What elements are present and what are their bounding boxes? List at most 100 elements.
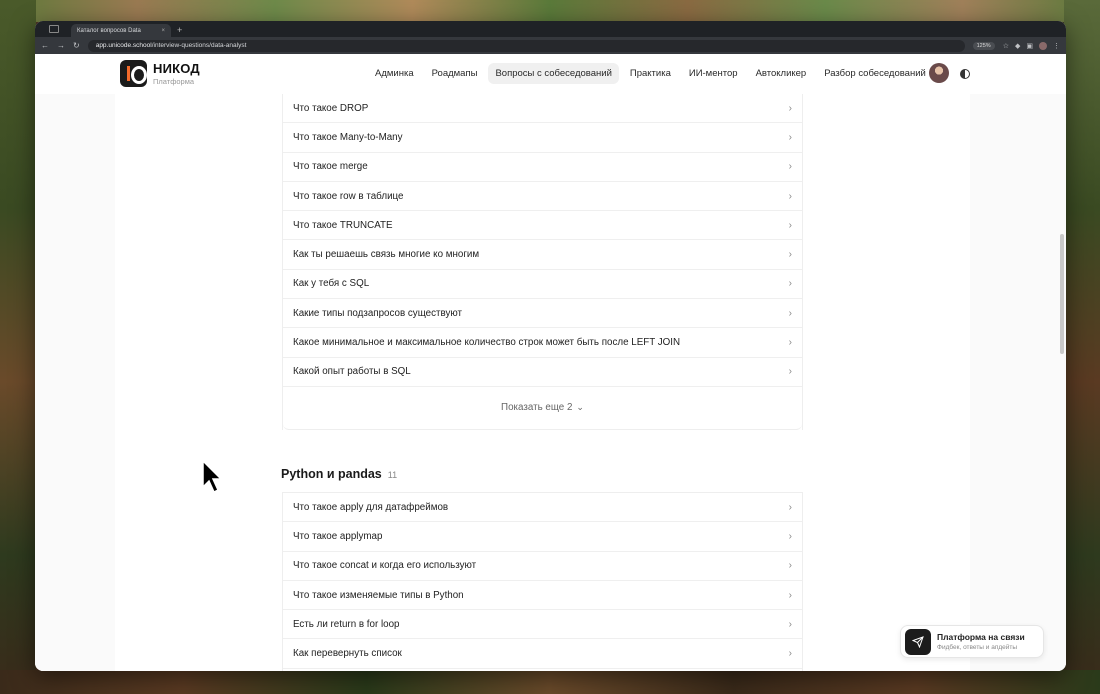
chevron-right-icon: › bbox=[788, 307, 792, 319]
wallpaper-top bbox=[0, 0, 1100, 22]
python-section-header: Python и pandas 11 bbox=[281, 467, 397, 481]
chevron-down-icon: ⌄ bbox=[576, 402, 584, 413]
feedback-widget[interactable]: Платформа на связи Фидбек, ответы и апде… bbox=[900, 625, 1044, 658]
feedback-subtitle: Фидбек, ответы и апдейты bbox=[937, 644, 1018, 651]
wallpaper-bottom bbox=[0, 670, 1100, 694]
chevron-right-icon: › bbox=[788, 530, 792, 542]
nav-item-autoclicker[interactable]: Автокликер bbox=[749, 63, 814, 84]
back-icon[interactable]: ← bbox=[41, 41, 49, 50]
chevron-right-icon: › bbox=[788, 249, 792, 261]
question-row[interactable]: Есть ли return в for loop › bbox=[283, 610, 802, 640]
new-tab-icon[interactable]: + bbox=[177, 24, 182, 37]
bookmark-star-icon[interactable]: ☆ bbox=[1003, 42, 1009, 50]
nav-item-interview-questions[interactable]: Вопросы с собеседований bbox=[488, 63, 619, 84]
chevron-right-icon: › bbox=[788, 161, 792, 173]
reload-icon[interactable]: ↻ bbox=[73, 41, 80, 50]
send-icon bbox=[905, 628, 931, 655]
question-text: Какой опыт работы в SQL bbox=[293, 366, 411, 378]
forward-icon[interactable]: → bbox=[57, 41, 65, 50]
zoom-badge[interactable]: 125% bbox=[972, 41, 995, 50]
chevron-right-icon: › bbox=[788, 190, 792, 202]
url-field[interactable]: app.unicode.school/interview-questions/d… bbox=[87, 39, 965, 52]
question-text: Как перевернуть список bbox=[293, 648, 402, 660]
question-text: Что такое DROP bbox=[293, 102, 369, 114]
address-bar: ← → ↻ app.unicode.school/interview-quest… bbox=[35, 37, 1066, 54]
question-text: Что такое TRUNCATE bbox=[293, 219, 393, 231]
section-count: 11 bbox=[387, 470, 398, 480]
chevron-right-icon: › bbox=[788, 102, 792, 114]
python-question-list: Что такое apply для датафреймов › Что тако… bbox=[282, 492, 803, 671]
browser-window: Каталог вопросов Data × + ← → ↻ app.unic… bbox=[35, 21, 1066, 671]
feedback-title: Платформа на связи bbox=[937, 632, 1025, 642]
theme-toggle-icon[interactable] bbox=[960, 69, 970, 79]
question-text: Что такое изменяемые типы в Python bbox=[293, 589, 464, 601]
chevron-right-icon: › bbox=[788, 366, 792, 378]
question-text: Что такое applymap bbox=[293, 530, 383, 542]
page: НИКОД Платформа Админка Роадмапы Вопросы… bbox=[35, 54, 1066, 671]
chevron-right-icon: › bbox=[788, 501, 792, 513]
question-row[interactable]: Какой опыт работы в SQL › bbox=[283, 358, 802, 387]
section-title: Python и pandas bbox=[281, 467, 382, 481]
question-row[interactable]: Что такое DROP › bbox=[283, 94, 802, 124]
mouse-cursor-icon bbox=[201, 459, 223, 500]
question-row[interactable]: Что такое apply для датафреймов › bbox=[283, 493, 802, 523]
chevron-right-icon: › bbox=[788, 618, 792, 630]
extensions-icon[interactable]: ▣ bbox=[1026, 42, 1033, 50]
question-row[interactable]: Что такое row в таблице › bbox=[283, 182, 802, 212]
chevron-right-icon: › bbox=[788, 560, 792, 572]
question-text: Что такое merge bbox=[293, 161, 368, 173]
question-row[interactable]: Что такое TRUNCATE › bbox=[283, 211, 802, 241]
question-text: Как у тебя с SQL bbox=[293, 278, 370, 290]
question-text: Есть ли return в for loop bbox=[293, 618, 400, 630]
url-host: app.unicode.school bbox=[95, 42, 152, 49]
show-more-button[interactable]: Показать еще 2 ⌄ bbox=[283, 387, 802, 430]
question-row[interactable]: Что такое concat и когда его используют › bbox=[283, 552, 802, 581]
nav-item-practice[interactable]: Практика bbox=[623, 63, 678, 84]
shield-icon[interactable]: ◆ bbox=[1015, 42, 1020, 50]
question-text: Как ты решаешь связь многие ко многим bbox=[293, 249, 480, 261]
chevron-right-icon: › bbox=[788, 589, 792, 601]
browser-tab[interactable]: Каталог вопросов Data × bbox=[71, 24, 171, 37]
nav-item-roadmaps[interactable]: Роадмапы bbox=[425, 63, 485, 84]
user-avatar[interactable] bbox=[929, 63, 949, 83]
chevron-right-icon: › bbox=[788, 337, 792, 349]
question-row[interactable]: Как у тебя с SQL › bbox=[283, 270, 802, 300]
logo-icon bbox=[120, 60, 147, 87]
sql-question-list: Что такое DROP › Что такое Many-to-Many › Чт… bbox=[282, 94, 803, 430]
question-text: Какие типы подзапросов существуют bbox=[293, 307, 462, 319]
brand-logo[interactable]: НИКОД Платформа bbox=[120, 60, 200, 87]
question-row[interactable]: Какое минимальное и максимальное количес… bbox=[283, 328, 802, 358]
question-row[interactable]: Что такое изменяемые типы в Python › bbox=[283, 581, 802, 611]
question-row[interactable]: Что такое applymap › bbox=[283, 522, 802, 552]
tab-close-icon[interactable]: × bbox=[161, 28, 165, 34]
menu-icon[interactable]: ⋮ bbox=[1053, 42, 1060, 50]
nav-item-admin[interactable]: Админка bbox=[368, 63, 421, 84]
chevron-right-icon: › bbox=[788, 131, 792, 143]
main-nav: Админка Роадмапы Вопросы с собеседований… bbox=[368, 63, 933, 84]
url-path: /interview-questions/data-analyst bbox=[151, 42, 247, 49]
show-more-label: Показать еще 2 bbox=[501, 402, 573, 414]
chevron-right-icon: › bbox=[788, 219, 792, 231]
chevron-right-icon: › bbox=[788, 278, 792, 290]
question-text: Что такое apply для датафреймов bbox=[293, 501, 449, 513]
page-scrollbar[interactable] bbox=[1060, 234, 1064, 354]
brand-name: НИКОД bbox=[153, 61, 200, 76]
nav-item-ai-mentor[interactable]: ИИ-ментор bbox=[682, 63, 745, 84]
window-icon[interactable] bbox=[49, 25, 59, 33]
question-row[interactable]: Какие типы подзапросов существуют › bbox=[283, 299, 802, 329]
chevron-right-icon: › bbox=[788, 648, 792, 660]
question-row[interactable]: Как у тебя с Python› bbox=[283, 669, 802, 671]
wallpaper-right bbox=[1064, 0, 1100, 694]
brand-subtitle: Платформа bbox=[153, 77, 195, 86]
question-row[interactable]: Что такое merge › bbox=[283, 153, 802, 182]
wallpaper-left bbox=[0, 0, 36, 694]
question-text: Что такое row в таблице bbox=[293, 190, 404, 202]
question-row[interactable]: Что такое Many-to-Many › bbox=[283, 123, 802, 153]
question-row[interactable]: Как ты решаешь связь многие ко многим › bbox=[283, 240, 802, 270]
question-text: Какое минимальное и максимальное количес… bbox=[293, 337, 681, 349]
profile-icon[interactable] bbox=[1039, 41, 1047, 50]
nav-item-interview-review[interactable]: Разбор собеседований bbox=[817, 63, 933, 84]
tab-title: Каталог вопросов Data bbox=[77, 27, 141, 34]
question-row[interactable]: Как перевернуть список › bbox=[283, 639, 802, 669]
browser-titlebar: Каталог вопросов Data × + bbox=[35, 21, 1066, 37]
